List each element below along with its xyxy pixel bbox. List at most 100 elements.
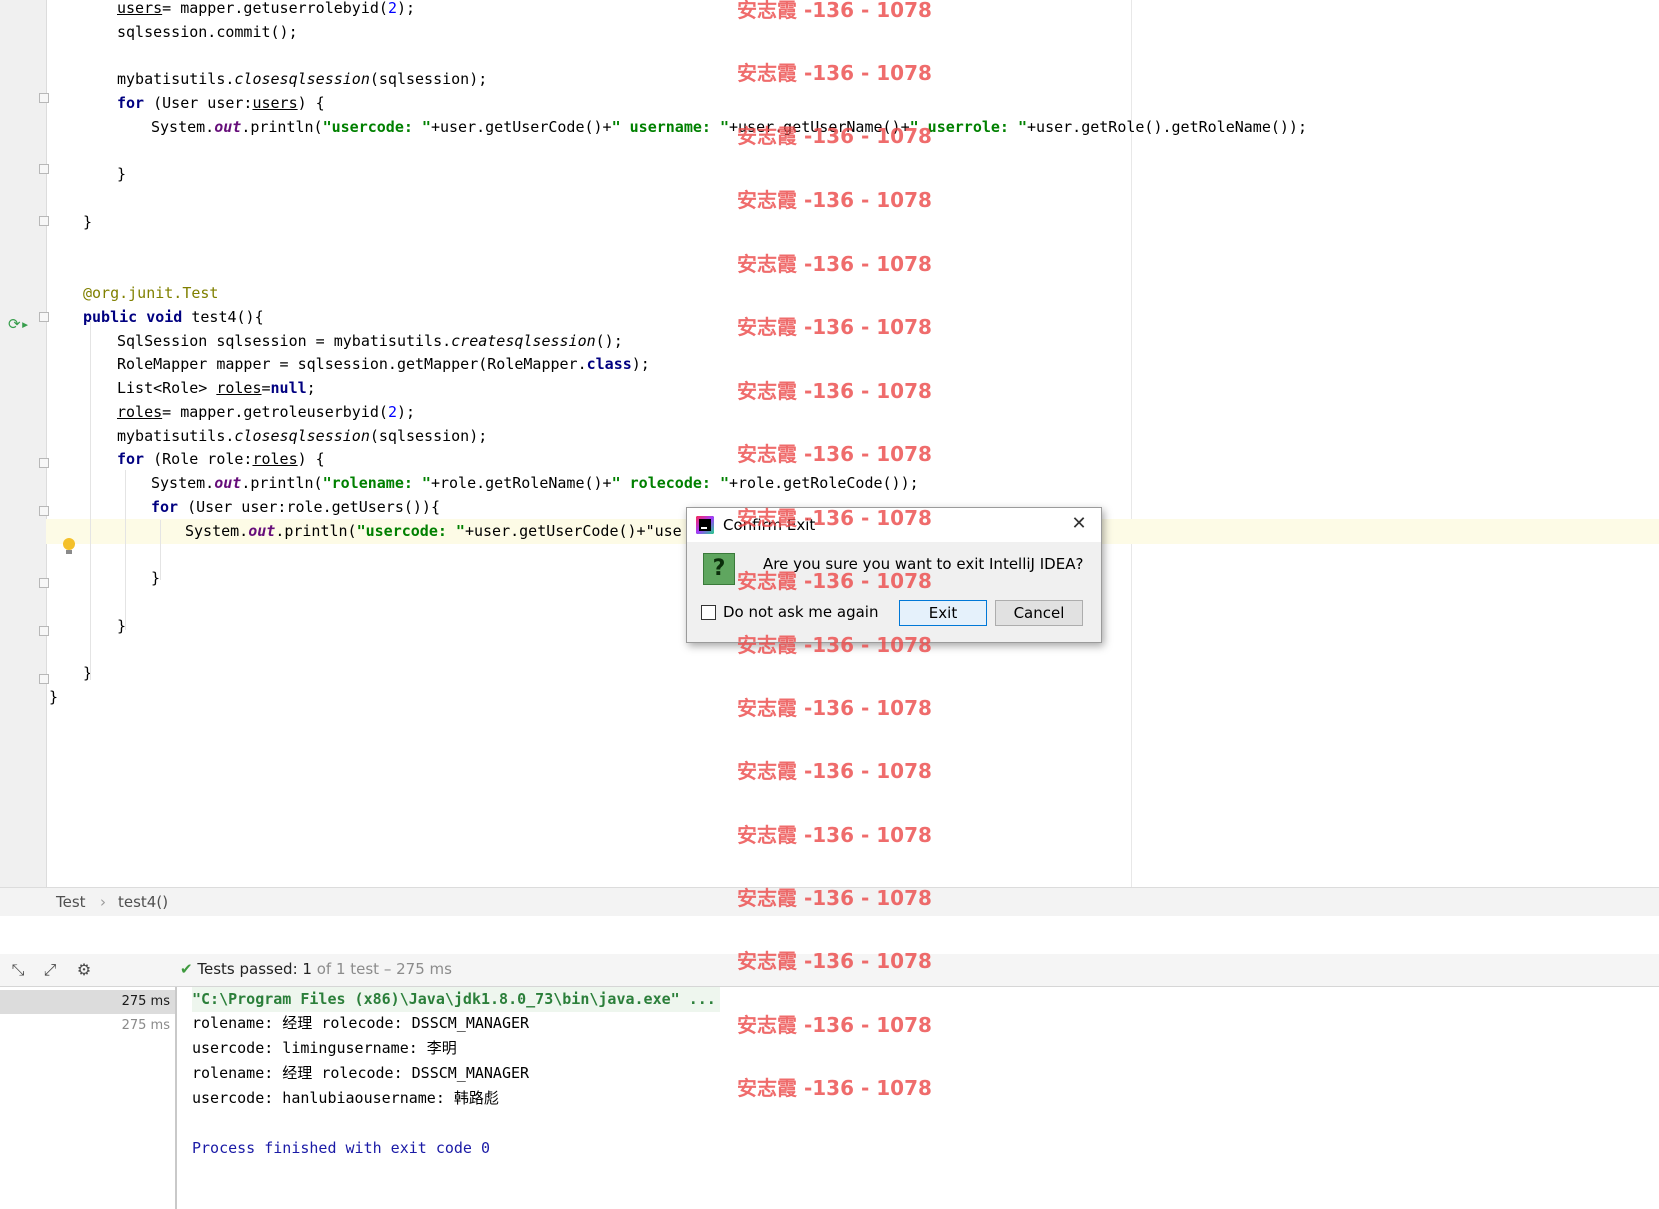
code-token: "usercode: ": [356, 521, 465, 540]
code-line[interactable]: }: [0, 685, 1659, 710]
code-token: for: [117, 450, 145, 469]
code-text: roles= mapper.getroleuserbyid(2);: [117, 400, 415, 425]
console-command-line[interactable]: "C:\Program Files (x86)\Java\jdk1.8.0_73…: [192, 987, 720, 1012]
exit-button[interactable]: Exit: [899, 600, 987, 626]
code-line[interactable]: mybatisutils.closesqlsession(sqlsession)…: [0, 424, 1659, 449]
fold-marker[interactable]: [39, 674, 49, 684]
code-token: ) {: [297, 94, 325, 112]
fold-marker[interactable]: [39, 626, 49, 636]
tests-status: ✔ Tests passed: 1 of 1 test – 275 ms: [180, 960, 452, 978]
code-token: closesqlsession: [234, 426, 370, 445]
code-line[interactable]: mybatisutils.closesqlsession(sqlsession)…: [0, 67, 1659, 92]
test-tree-item[interactable]: 275 ms: [0, 1014, 175, 1038]
code-token: System.: [151, 117, 215, 136]
fold-marker[interactable]: [39, 164, 49, 174]
breadcrumb-class[interactable]: Test: [56, 893, 86, 911]
code-text: }: [151, 566, 160, 591]
code-text: System.out.println("usercode: "+user.get…: [151, 115, 1307, 140]
code-token: }: [151, 569, 161, 587]
code-line[interactable]: roles= mapper.getroleuserbyid(2);: [0, 400, 1659, 425]
code-line[interactable]: System.out.println("usercode: "+user.get…: [0, 115, 1659, 140]
panel-spacer: [0, 916, 1659, 954]
code-line[interactable]: }: [0, 210, 1659, 235]
test-tree-root[interactable]: 275 ms: [0, 990, 175, 1014]
code-token: System.: [185, 521, 249, 540]
code-token: 2: [387, 402, 397, 421]
code-line[interactable]: [0, 234, 1659, 259]
code-text: sqlsession.commit();: [117, 20, 298, 45]
code-text: for (User user:role.getUsers()){: [151, 495, 440, 520]
code-line[interactable]: [0, 44, 1659, 69]
run-test-icon[interactable]: ⟳▸: [8, 316, 30, 332]
code-token: +role.getRoleCode());: [729, 474, 919, 492]
code-line[interactable]: System.out.println("rolename: "+role.get…: [0, 471, 1659, 496]
code-line[interactable]: }: [0, 661, 1659, 686]
console-line: usercode: hanlubiaousername: 韩路彪: [192, 1089, 499, 1107]
code-token: ;: [306, 379, 316, 397]
do-not-ask-label[interactable]: Do not ask me again: [723, 603, 878, 621]
breadcrumb: Test › test4(): [0, 887, 1659, 917]
code-token: (User user:: [144, 94, 253, 112]
code-line[interactable]: RoleMapper mapper = sqlsession.getMapper…: [0, 352, 1659, 377]
code-text: }: [117, 162, 126, 187]
code-token: out: [248, 521, 276, 540]
code-line[interactable]: }: [0, 162, 1659, 187]
code-token: (sqlsession);: [369, 70, 488, 89]
intention-bulb-icon[interactable]: [62, 538, 76, 556]
code-line[interactable]: [0, 257, 1659, 282]
fold-marker[interactable]: [39, 578, 49, 588]
tests-passed-count: 1: [302, 960, 312, 978]
code-token: null: [270, 379, 307, 397]
code-token: }: [49, 687, 59, 706]
dialog-titlebar[interactable]: Confirm Exit ✕: [687, 508, 1101, 542]
code-line[interactable]: @org.junit.Test: [0, 281, 1659, 306]
tests-status-prefix: Tests passed:: [197, 960, 303, 978]
close-icon[interactable]: ✕: [1067, 512, 1091, 536]
code-token: for: [117, 94, 145, 112]
fold-marker[interactable]: [39, 312, 49, 322]
code-line[interactable]: public void test4(){: [0, 305, 1659, 330]
code-token: void: [146, 307, 183, 326]
code-token: .println(: [241, 474, 323, 492]
code-token: roles: [117, 402, 163, 421]
code-line[interactable]: sqlsession.commit();: [0, 20, 1659, 45]
question-icon: ?: [703, 553, 735, 585]
code-editor[interactable]: users= mapper.getuserrolebyid(2); sqlsess…: [0, 0, 1659, 887]
code-token: System.: [151, 474, 215, 492]
fold-marker[interactable]: [39, 458, 49, 468]
code-token: 2: [387, 0, 397, 17]
export-icon[interactable]: ⤢: [40, 960, 60, 980]
cancel-button[interactable]: Cancel: [995, 600, 1083, 626]
code-line[interactable]: users= mapper.getuserrolebyid(2);: [0, 0, 1659, 21]
code-text: public void test4(){: [83, 305, 264, 330]
do-not-ask-checkbox[interactable]: [701, 605, 716, 620]
code-token: +user.getRole().getRoleName());: [1027, 117, 1307, 136]
collapse-icon[interactable]: ⤡: [8, 960, 28, 980]
intellij-logo-icon: [696, 516, 714, 534]
code-line[interactable]: [0, 186, 1659, 211]
code-token: .println(: [241, 117, 323, 136]
dialog-title: Confirm Exit: [723, 516, 816, 534]
code-line[interactable]: List<Role> roles=null;: [0, 376, 1659, 401]
code-line[interactable]: [0, 139, 1659, 164]
test-tree: 275 ms 275 ms: [0, 987, 177, 1209]
code-line[interactable]: for (User user:users) {: [0, 91, 1659, 116]
breadcrumb-method[interactable]: test4(): [118, 893, 168, 911]
code-token: "rolename: ": [322, 474, 431, 492]
indent-guide: [125, 470, 126, 630]
breadcrumb-separator: ›: [100, 893, 106, 911]
indent-guide: [90, 320, 91, 680]
code-token: ) {: [297, 450, 325, 469]
code-line[interactable]: for (Role role:roles) {: [0, 447, 1659, 472]
code-token: users: [252, 94, 298, 112]
console-output[interactable]: "C:\Program Files (x86)\Java\jdk1.8.0_73…: [178, 987, 1659, 1209]
code-token: =: [261, 379, 271, 397]
gear-icon[interactable]: ⚙: [74, 960, 94, 980]
indent-guide: [160, 520, 161, 580]
code-token: roles: [216, 379, 262, 397]
fold-marker[interactable]: [39, 216, 49, 226]
code-line[interactable]: SqlSession sqlsession = mybatisutils.cre…: [0, 329, 1659, 354]
fold-marker[interactable]: [39, 93, 49, 103]
code-token: " userrole: ": [909, 117, 1028, 136]
fold-marker[interactable]: [39, 506, 49, 516]
